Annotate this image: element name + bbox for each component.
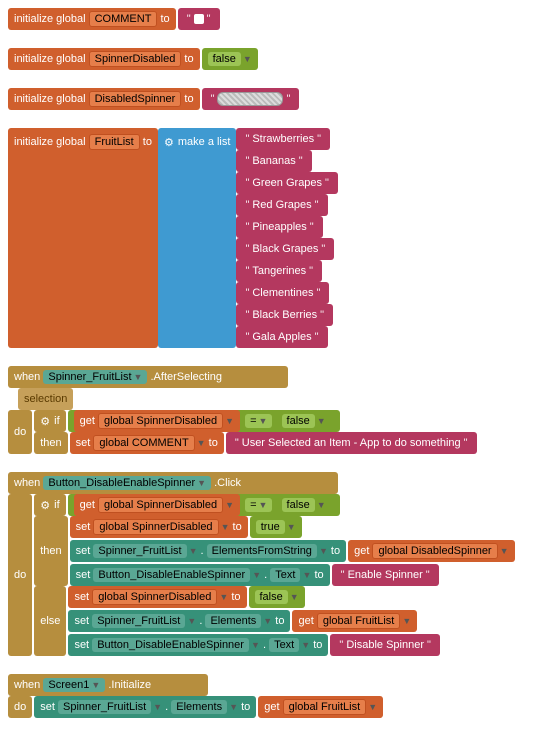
init-global-label: initialize global DisabledSpinner to xyxy=(8,88,200,110)
else-label: else xyxy=(34,586,66,656)
chevron-down-icon: ▼ xyxy=(243,54,252,64)
list-item[interactable]: "Black Grapes" xyxy=(236,238,334,260)
selection-param[interactable]: selection xyxy=(18,388,73,410)
list-item[interactable]: "Gala Apples" xyxy=(236,326,327,348)
gear-icon[interactable]: ⚙ xyxy=(164,136,174,149)
init-global-label: initialize global SpinnerDisabled to xyxy=(8,48,200,70)
init-disabledspinner-block[interactable]: initialize global DisabledSpinner to "" xyxy=(8,88,538,110)
list-item[interactable]: "Tangerines" xyxy=(236,260,322,282)
var-spinnerdisabled[interactable]: SpinnerDisabled xyxy=(89,51,182,67)
get-block[interactable]: get global SpinnerDisabled▼ xyxy=(74,494,240,516)
get-block[interactable]: get global DisabledSpinner▼ xyxy=(348,540,514,562)
gear-icon[interactable]: ⚙ xyxy=(40,499,50,512)
string-literal[interactable]: "" xyxy=(202,88,300,110)
string-literal[interactable]: "" xyxy=(178,8,220,30)
bool-literal[interactable]: false▼ xyxy=(276,410,332,432)
list-item[interactable]: "Bananas" xyxy=(236,150,311,172)
get-block[interactable]: get global SpinnerDisabled▼ xyxy=(74,410,240,432)
compare-block[interactable]: get global SpinnerDisabled▼ =▼ false▼ xyxy=(68,494,340,516)
var-fruitlist[interactable]: FruitList xyxy=(89,134,140,150)
list-item[interactable]: "Pineapples" xyxy=(236,216,322,238)
list-item[interactable]: "Black Berries" xyxy=(236,304,333,326)
list-item[interactable]: "Strawberries" xyxy=(236,128,330,150)
then-label: then xyxy=(34,516,67,586)
event-header: when Button_DisableEnableSpinner▼ .Click xyxy=(8,472,338,494)
list-items: "Strawberries""Bananas""Green Grapes""Re… xyxy=(236,128,340,348)
bool-literal[interactable]: false▼ xyxy=(202,48,258,70)
init-spinnerdisabled-block[interactable]: initialize global SpinnerDisabled to fal… xyxy=(8,48,538,70)
set-block[interactable]: set global COMMENT▼ to xyxy=(70,432,224,454)
set-prop-block[interactable]: set Spinner_FruitList▼ . Elements▼ to xyxy=(68,610,290,632)
event-header: when Spinner_FruitList▼ .AfterSelecting xyxy=(8,366,288,388)
do-label: do xyxy=(8,696,32,718)
then-label: then xyxy=(34,432,67,454)
set-var-block[interactable]: set global SpinnerDisabled▼ to xyxy=(68,586,246,608)
string-literal[interactable]: "Disable Spinner" xyxy=(330,634,439,656)
component-dd[interactable]: Screen1▼ xyxy=(43,678,105,692)
component-dd[interactable]: Spinner_FruitList▼ xyxy=(43,370,147,384)
hatched-icon xyxy=(217,92,283,106)
compare-block[interactable]: get global SpinnerDisabled▼ =▼ false▼ xyxy=(68,410,340,432)
make-list-block[interactable]: ⚙ make a list xyxy=(158,128,236,348)
set-prop-block[interactable]: set Spinner_FruitList▼ . Elements▼ to xyxy=(34,696,256,718)
do-label: do xyxy=(8,410,32,454)
string-literal[interactable]: "Enable Spinner" xyxy=(332,564,439,586)
bool-literal[interactable]: true▼ xyxy=(250,516,302,538)
set-prop-block[interactable]: set Button_DisableEnableSpinner▼ . Text▼… xyxy=(70,564,330,586)
list-item[interactable]: "Clementines" xyxy=(236,282,329,304)
afterselecting-block[interactable]: when Spinner_FruitList▼ .AfterSelecting … xyxy=(8,366,538,454)
screeninit-block[interactable]: when Screen1▼ .Initialize do set Spinner… xyxy=(8,674,538,718)
set-prop-block[interactable]: set Spinner_FruitList▼ . ElementsFromStr… xyxy=(70,540,346,562)
component-dd[interactable]: Button_DisableEnableSpinner▼ xyxy=(43,476,211,490)
init-global-label: initialize global COMMENT to xyxy=(8,8,176,30)
init-comment-block[interactable]: initialize global COMMENT to "" xyxy=(8,8,538,30)
var-comment[interactable]: COMMENT xyxy=(89,11,158,27)
get-block[interactable]: get global FruitList▼ xyxy=(292,610,417,632)
list-item[interactable]: "Green Grapes" xyxy=(236,172,338,194)
init-fruitlist-block[interactable]: initialize global FruitList to ⚙ make a … xyxy=(8,128,538,348)
set-prop-block[interactable]: set Button_DisableEnableSpinner▼ . Text▼… xyxy=(68,634,328,656)
var-disabledspinner[interactable]: DisabledSpinner xyxy=(89,91,182,107)
string-literal[interactable]: "User Selected an Item - App to do somet… xyxy=(226,432,477,454)
init-global-label: initialize global FruitList to xyxy=(8,128,158,348)
gear-icon[interactable]: ⚙ xyxy=(40,415,50,428)
buttonclick-block[interactable]: when Button_DisableEnableSpinner▼ .Click… xyxy=(8,472,538,656)
blank-square-icon xyxy=(194,14,204,24)
event-header: when Screen1▼ .Initialize xyxy=(8,674,208,696)
set-var-block[interactable]: set global SpinnerDisabled▼ to xyxy=(70,516,248,538)
do-label: do xyxy=(8,494,32,656)
list-item[interactable]: "Red Grapes" xyxy=(236,194,327,216)
get-block[interactable]: get global FruitList▼ xyxy=(258,696,383,718)
bool-literal[interactable]: false▼ xyxy=(249,586,305,608)
